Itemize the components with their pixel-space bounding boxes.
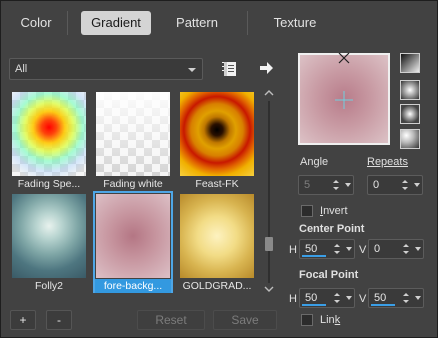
reset-button[interactable]: Reset xyxy=(137,310,205,330)
scroll-down-icon[interactable] xyxy=(264,285,274,293)
gradient-dialog: Color Gradient Pattern Texture All Fadin… xyxy=(0,0,438,338)
center-v-stepper[interactable] xyxy=(402,240,411,258)
angle-dropdown-icon[interactable] xyxy=(345,183,351,187)
book-menu-icon[interactable] xyxy=(221,60,239,78)
gradient-item-label: Feast-FK xyxy=(195,178,239,190)
gradient-preview[interactable] xyxy=(298,51,390,145)
gradient-list-scrollbar[interactable] xyxy=(264,89,274,295)
angle-value: 5 xyxy=(304,179,311,191)
focal-h-input[interactable]: 50 xyxy=(299,288,355,308)
scroll-up-icon[interactable] xyxy=(264,89,274,97)
repeats-stepper[interactable] xyxy=(401,176,410,194)
center-v-dropdown-icon[interactable] xyxy=(415,247,421,251)
center-v-input[interactable]: 0 xyxy=(368,239,424,259)
tab-texture[interactable]: Texture xyxy=(263,11,327,35)
angle-handle-icon[interactable] xyxy=(337,51,351,65)
center-v-value: 0 xyxy=(374,243,381,255)
gradient-item-folly2[interactable]: Folly2 xyxy=(9,191,89,293)
tab-divider xyxy=(67,11,68,35)
rectangular-style-icon[interactable] xyxy=(400,104,420,124)
angle-label: Angle xyxy=(300,156,329,168)
focal-h-dropdown-icon[interactable] xyxy=(346,296,352,300)
gradient-grid: Fading Spe... Fading white Feast-FK Foll… xyxy=(9,89,261,297)
focal-v-input[interactable]: 50 xyxy=(368,288,424,308)
gradient-item-label: Folly2 xyxy=(34,280,63,292)
focal-v-level-bar xyxy=(371,304,395,306)
gradient-item-fore-background[interactable]: fore-backg... xyxy=(93,191,173,293)
gradient-item-goldgrad[interactable]: GOLDGRAD... xyxy=(177,191,257,293)
repeats-input[interactable]: 0 xyxy=(367,175,423,195)
link-label: Link xyxy=(320,314,341,326)
linear-style-icon[interactable] xyxy=(400,53,420,73)
add-gradient-button[interactable]: + xyxy=(10,310,36,330)
angle-input[interactable]: 5 xyxy=(298,175,354,195)
gradient-swatch xyxy=(180,92,254,176)
gradient-swatch xyxy=(96,194,170,278)
invert-checkbox[interactable] xyxy=(301,205,313,217)
center-h-level-bar xyxy=(302,255,326,257)
focal-h-level-bar xyxy=(302,304,326,306)
center-h-value: 50 xyxy=(305,243,318,255)
gradient-swatch xyxy=(180,194,254,278)
invert-label: Invert xyxy=(320,205,348,217)
gradient-swatch xyxy=(12,194,86,278)
crosshair-icon xyxy=(335,91,353,109)
center-v-label: V xyxy=(359,244,367,256)
focal-h-label: H xyxy=(289,293,297,305)
save-button[interactable]: Save xyxy=(213,310,277,330)
gradient-item-label: fore-backg... xyxy=(95,279,171,293)
repeats-label: Repeats xyxy=(367,156,408,168)
link-checkbox[interactable] xyxy=(301,314,313,326)
gradient-item-label: Fading white xyxy=(103,178,163,190)
tab-color[interactable]: Color xyxy=(11,11,61,35)
scrollbar-thumb[interactable] xyxy=(265,237,273,251)
focal-h-stepper[interactable] xyxy=(333,289,342,307)
library-dropdown[interactable]: All xyxy=(9,58,203,80)
center-h-dropdown-icon[interactable] xyxy=(346,247,352,251)
focal-h-value: 50 xyxy=(305,292,318,304)
gradient-item-label: Fading Spe... xyxy=(17,178,81,190)
tab-divider xyxy=(247,11,248,35)
scrollbar-track xyxy=(268,101,270,283)
center-point-label: Center Point xyxy=(299,223,365,235)
remove-gradient-button[interactable]: - xyxy=(46,310,72,330)
tab-gradient[interactable]: Gradient xyxy=(81,11,151,35)
focal-v-stepper[interactable] xyxy=(402,289,411,307)
library-dropdown-value: All xyxy=(15,63,28,75)
gradient-item-feast-fk[interactable]: Feast-FK xyxy=(177,89,257,191)
gradient-item-label: GOLDGRAD... xyxy=(182,280,252,292)
center-h-input[interactable]: 50 xyxy=(299,239,355,259)
sunburst-style-icon[interactable] xyxy=(400,129,420,149)
arrow-right-icon[interactable] xyxy=(257,59,275,77)
center-h-stepper[interactable] xyxy=(333,240,342,258)
gradient-swatch xyxy=(96,92,170,176)
tab-pattern[interactable]: Pattern xyxy=(161,11,233,35)
center-h-label: H xyxy=(289,244,297,256)
focal-v-dropdown-icon[interactable] xyxy=(415,296,421,300)
repeats-dropdown-icon[interactable] xyxy=(414,183,420,187)
repeats-value: 0 xyxy=(373,179,380,191)
focal-v-label: V xyxy=(359,293,367,305)
radial-style-icon[interactable] xyxy=(400,80,420,100)
chevron-down-icon xyxy=(188,68,196,72)
focal-point-label: Focal Point xyxy=(299,269,359,281)
gradient-swatch xyxy=(12,92,86,176)
gradient-item-fading-white[interactable]: Fading white xyxy=(93,89,173,191)
angle-stepper[interactable] xyxy=(332,176,341,194)
focal-v-value: 50 xyxy=(374,292,387,304)
gradient-item-fading-spectrum[interactable]: Fading Spe... xyxy=(9,89,89,191)
